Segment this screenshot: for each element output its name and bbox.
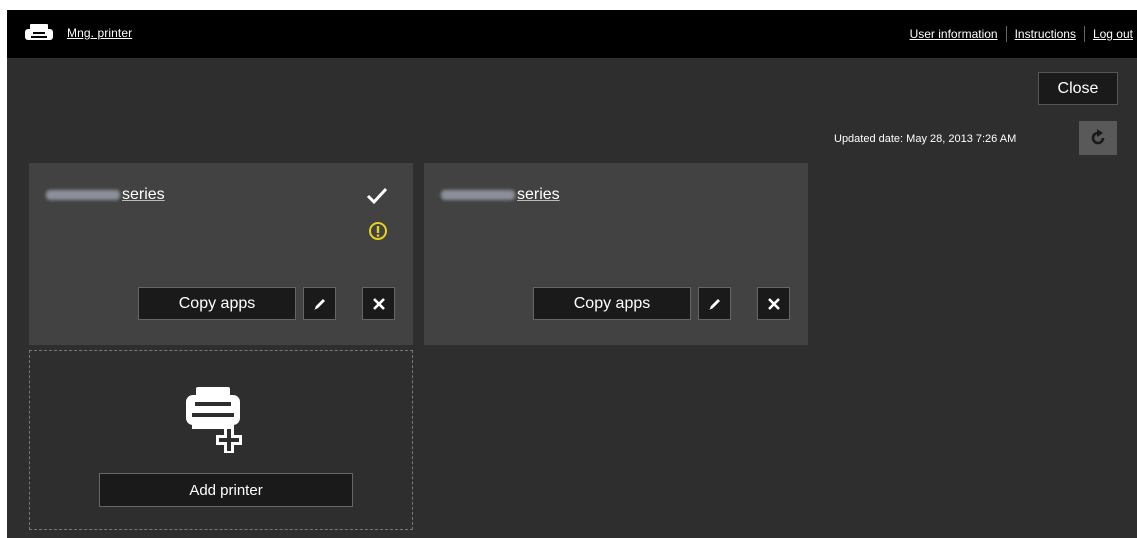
close-icon (372, 297, 385, 310)
user-information-link[interactable]: User information (902, 27, 1006, 41)
delete-printer-button[interactable] (757, 287, 790, 320)
printer-card: series Copy apps (424, 163, 808, 345)
app-title-link[interactable]: Mng. printer (67, 26, 132, 40)
close-icon (767, 297, 780, 310)
refresh-button[interactable] (1079, 121, 1117, 155)
pencil-icon (708, 298, 720, 310)
edit-printer-button[interactable] (698, 287, 731, 320)
pencil-icon (313, 298, 325, 310)
instructions-link[interactable]: Instructions (1007, 27, 1084, 41)
check-icon (366, 187, 388, 205)
copy-apps-button[interactable]: Copy apps (138, 287, 296, 320)
delete-printer-button[interactable] (362, 287, 395, 320)
printer-name-suffix: series (517, 186, 560, 203)
header-links: User information Instructions Log out (902, 25, 1137, 43)
printer-name-link[interactable]: series (441, 186, 560, 204)
printer-name-suffix: series (122, 186, 165, 203)
printer-logo-icon (25, 24, 53, 40)
add-printer-card: Add printer (29, 350, 413, 530)
add-printer-button[interactable]: Add printer (99, 473, 353, 507)
copy-apps-button[interactable]: Copy apps (533, 287, 691, 320)
printer-card: series Copy apps (29, 163, 413, 345)
top-bar: Mng. printer User information Instructio… (7, 10, 1137, 58)
redacted-model-name (46, 190, 120, 200)
close-button[interactable]: Close (1038, 72, 1118, 105)
warning-icon[interactable] (368, 221, 388, 241)
refresh-icon (1091, 129, 1105, 145)
redacted-model-name (441, 190, 515, 200)
edit-printer-button[interactable] (303, 287, 336, 320)
printer-name-link[interactable]: series (46, 186, 165, 204)
updated-date-text: Updated date: May 28, 2013 7:26 AM (834, 133, 1017, 145)
add-printer-icon (186, 387, 242, 453)
app-window: Mng. printer User information Instructio… (7, 10, 1137, 538)
log-out-link[interactable]: Log out (1085, 27, 1137, 41)
